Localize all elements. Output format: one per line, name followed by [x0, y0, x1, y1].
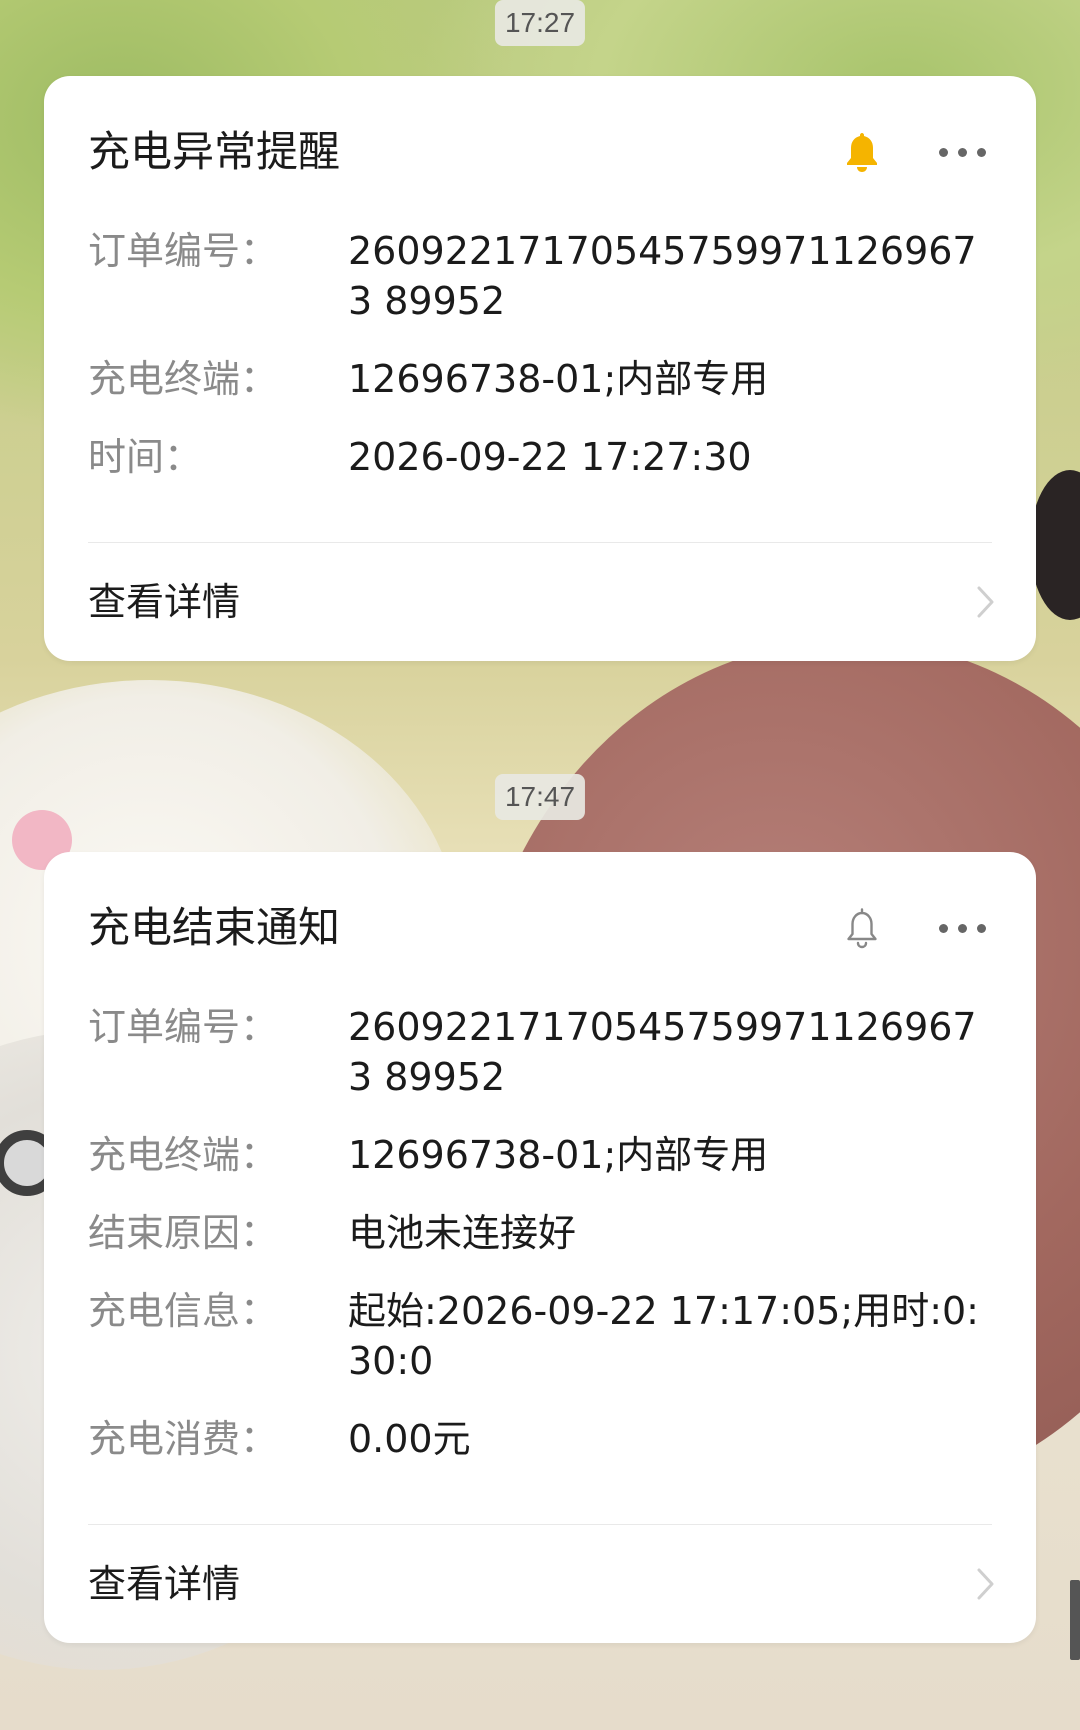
field-row-charging-info: 充电信息： 起始:2026-09-22 17:17:05;用时:0:30:0 — [88, 1286, 992, 1386]
card-header: 充电结束通知 — [44, 852, 1036, 1002]
more-options-icon[interactable] — [932, 124, 992, 180]
scrollbar-thumb[interactable] — [1070, 1580, 1080, 1660]
field-row-end-reason: 结束原因： 电池未连接好 — [88, 1208, 992, 1258]
message-timestamp: 17:27 — [494, 0, 586, 46]
field-label: 订单编号： — [88, 1005, 279, 1049]
field-value: 12696738-01;内部专用 — [348, 1133, 769, 1177]
view-details-label: 查看详情 — [88, 580, 241, 624]
field-label: 结束原因： — [88, 1211, 279, 1255]
field-label: 充电信息： — [88, 1289, 279, 1333]
field-value: 2026-09-22 17:27:30 — [348, 435, 752, 479]
card-title: 充电结束通知 — [88, 903, 341, 952]
more-options-icon[interactable] — [932, 900, 992, 956]
view-details-link[interactable]: 查看详情 — [44, 543, 1036, 661]
field-label: 订单编号： — [88, 229, 279, 273]
field-value: 0.00元 — [348, 1417, 471, 1461]
field-value: 起始:2026-09-22 17:17:05;用时:0:30:0 — [348, 1289, 979, 1383]
bell-filled-icon[interactable] — [832, 124, 892, 180]
field-row-time: 时间： 2026-09-22 17:27:30 — [88, 432, 992, 482]
field-row-charging-cost: 充电消费： 0.00元 — [88, 1414, 992, 1464]
wallpaper-shape — [1030, 470, 1080, 620]
field-row-order-number: 订单编号： 260922171705457599711269673 89952 — [88, 1002, 992, 1102]
field-label: 时间： — [88, 435, 203, 479]
notification-card-charging-abnormal[interactable]: 充电异常提醒 订单编号： 260922171705457599711269673… — [44, 76, 1036, 661]
notification-card-charging-ended[interactable]: 充电结束通知 订单编号： 260922171705457599711269673… — [44, 852, 1036, 1643]
field-row-charging-terminal: 充电终端： 12696738-01;内部专用 — [88, 354, 992, 404]
field-value: 12696738-01;内部专用 — [348, 357, 769, 401]
chevron-right-icon — [977, 1568, 994, 1600]
card-header: 充电异常提醒 — [44, 76, 1036, 226]
field-value: 电池未连接好 — [348, 1211, 577, 1255]
chevron-right-icon — [977, 586, 994, 618]
field-value: 260922171705457599711269673 89952 — [348, 1005, 977, 1099]
card-fields: 订单编号： 260922171705457599711269673 89952 … — [44, 226, 1036, 482]
field-value: 260922171705457599711269673 89952 — [348, 229, 977, 323]
card-title: 充电异常提醒 — [88, 127, 341, 176]
field-label: 充电终端： — [88, 1133, 279, 1177]
field-row-order-number: 订单编号： 260922171705457599711269673 89952 — [88, 226, 992, 326]
field-label: 充电终端： — [88, 357, 279, 401]
view-details-link[interactable]: 查看详情 — [44, 1525, 1036, 1643]
view-details-label: 查看详情 — [88, 1562, 241, 1606]
bell-outline-icon[interactable] — [832, 900, 892, 956]
card-fields: 订单编号： 260922171705457599711269673 89952 … — [44, 1002, 1036, 1464]
field-label: 充电消费： — [88, 1417, 279, 1461]
message-timestamp: 17:47 — [494, 774, 586, 820]
field-row-charging-terminal: 充电终端： 12696738-01;内部专用 — [88, 1130, 992, 1180]
